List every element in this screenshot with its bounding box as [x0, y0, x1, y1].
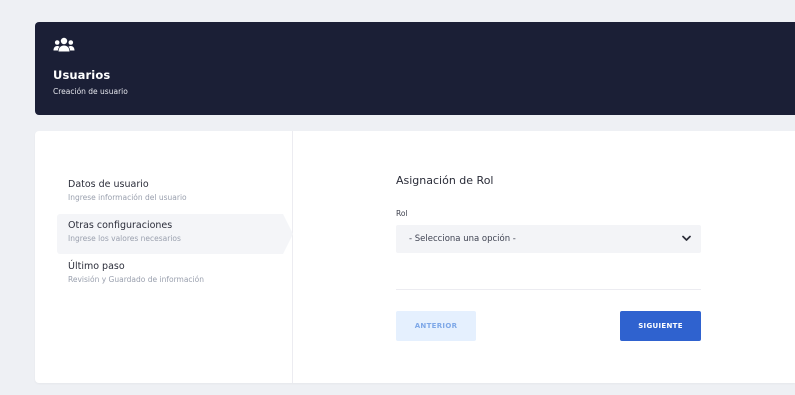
form-divider [396, 289, 701, 290]
step-title: Último paso [68, 261, 125, 272]
page-subtitle: Creación de usuario [53, 87, 128, 96]
page: Usuarios Creación de usuario Datos de us… [0, 0, 795, 395]
step-description: Revisión y Guardado de información [68, 275, 204, 284]
step-datos-de-usuario[interactable]: Datos de usuario Ingrese información del… [57, 173, 283, 213]
step-description: Ingrese información del usuario [68, 193, 187, 202]
wizard-card: Datos de usuario Ingrese información del… [35, 131, 795, 383]
page-title: Usuarios [53, 68, 111, 82]
next-button[interactable]: SIGUIENTE [620, 311, 701, 341]
step-otras-configuraciones[interactable]: Otras configuraciones Ingrese los valore… [57, 214, 293, 254]
step-title: Datos de usuario [68, 179, 149, 190]
role-select-value: - Selecciona una opción - [409, 234, 516, 244]
steps-sidebar: Datos de usuario Ingrese información del… [35, 131, 293, 383]
step-ultimo-paso[interactable]: Último paso Revisión y Guardado de infor… [57, 255, 283, 295]
page-header: Usuarios Creación de usuario [35, 22, 795, 115]
form-title: Asignación de Rol [396, 174, 494, 187]
chevron-down-icon [682, 235, 691, 241]
role-label: Rol [396, 209, 408, 218]
users-icon [53, 37, 75, 52]
step-description: Ingrese los valores necesarios [68, 234, 181, 243]
previous-button[interactable]: ANTERIOR [396, 311, 476, 341]
step-title: Otras configuraciones [68, 220, 173, 231]
role-select[interactable]: - Selecciona una opción - [396, 225, 701, 253]
